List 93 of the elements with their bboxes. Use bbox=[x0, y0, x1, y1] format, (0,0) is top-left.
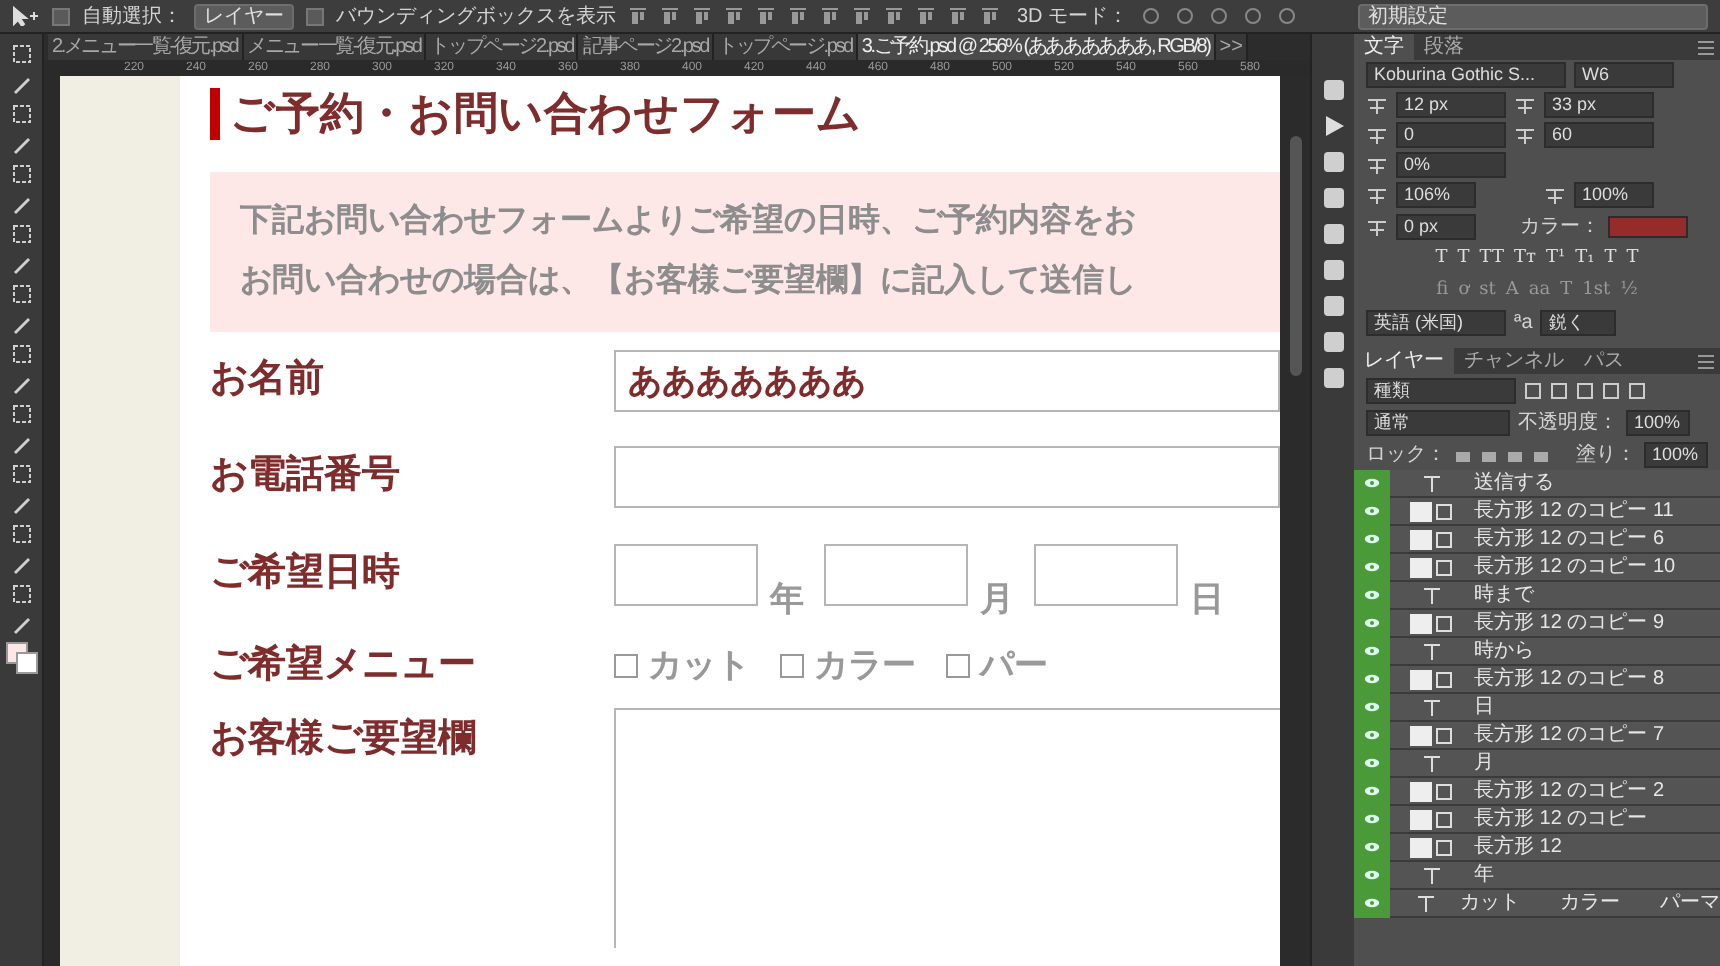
tracking-field[interactable]: 60 bbox=[1544, 122, 1654, 148]
blend-mode-select[interactable]: 通常 bbox=[1366, 409, 1510, 435]
3d-mode-label: 3D モード： bbox=[1017, 3, 1129, 31]
layer-name: 月 bbox=[1474, 750, 1494, 776]
unit-label: 月 bbox=[980, 577, 1014, 621]
text-style-button[interactable]: Tт bbox=[1513, 246, 1536, 273]
panel-tab[interactable]: レイヤー bbox=[1354, 348, 1454, 374]
layer-name: 年 bbox=[1474, 862, 1494, 888]
lock-label: ロック： bbox=[1366, 441, 1446, 469]
font-family-select[interactable]: Koburina Gothic S... bbox=[1366, 62, 1566, 88]
text-style-button[interactable]: T bbox=[1457, 246, 1470, 273]
layer-name: 送信する bbox=[1474, 470, 1554, 496]
document-tab[interactable]: メニュー一覧-復元.psd bbox=[243, 34, 427, 60]
font-size-field[interactable]: 12 px bbox=[1396, 92, 1506, 118]
layer-row[interactable]: 時から bbox=[1354, 638, 1720, 666]
text-style-button[interactable]: T¹ bbox=[1545, 246, 1566, 273]
vertical-scale-field[interactable]: 106% bbox=[1396, 182, 1476, 208]
layer-row[interactable]: 長方形 12 のコピー 11 bbox=[1354, 498, 1720, 526]
opacity-label: 不透明度： bbox=[1518, 409, 1618, 437]
layer-row[interactable]: 長方形 12 のコピー 8 bbox=[1354, 666, 1720, 694]
color-label: カラー： bbox=[1520, 214, 1600, 242]
checkbox-label: パー bbox=[980, 644, 1048, 689]
layer-row[interactable]: 長方形 12 のコピー 7 bbox=[1354, 722, 1720, 750]
form-label: お名前 bbox=[210, 355, 326, 404]
layer-select[interactable]: レイヤー bbox=[194, 3, 294, 29]
layer-name: 日 bbox=[1474, 694, 1494, 720]
layer-row[interactable]: 月 bbox=[1354, 750, 1720, 778]
text-style-button[interactable]: T bbox=[1626, 246, 1639, 273]
tsume-field[interactable]: 0% bbox=[1396, 152, 1506, 178]
fill-field[interactable]: 100% bbox=[1644, 441, 1708, 467]
document-tab[interactable]: 2.メニュー一覧-復元.psd bbox=[48, 34, 244, 60]
layer-row[interactable]: カット カラー パーマ bbox=[1354, 890, 1720, 918]
notice-text: 下記お問い合わせフォームよりご希望の日時、ご予約内容をお bbox=[240, 204, 1136, 238]
form-label: お客様ご要望欄 bbox=[210, 715, 478, 764]
panel-tab[interactable]: 文字 bbox=[1354, 34, 1414, 60]
layer-name: 長方形 12 のコピー 11 bbox=[1474, 498, 1674, 524]
document-tab[interactable]: 3.ご予約.psd @ 256% (あああああああ, RGB/8) bbox=[857, 34, 1216, 60]
layer-name: 長方形 12 のコピー 10 bbox=[1474, 554, 1676, 580]
text-style-button[interactable]: T bbox=[1604, 246, 1617, 273]
layer-name: 長方形 12 のコピー bbox=[1474, 806, 1648, 832]
form-label: ご希望メニュー bbox=[210, 641, 478, 690]
form-label: お電話番号 bbox=[210, 451, 402, 500]
antialias-label: ªa bbox=[1514, 310, 1533, 338]
layer-name: 長方形 12 bbox=[1474, 834, 1562, 860]
layer-row[interactable]: 長方形 12 のコピー 10 bbox=[1354, 554, 1720, 582]
font-style-select[interactable]: W6 bbox=[1574, 62, 1674, 88]
form-label: ご希望日時 bbox=[210, 549, 402, 598]
unit-label: 年 bbox=[770, 577, 804, 621]
fill-label: 塗り： bbox=[1576, 441, 1636, 469]
layer-row[interactable]: 長方形 12 のコピー 9 bbox=[1354, 610, 1720, 638]
document-tab[interactable]: トップページ2.psd bbox=[426, 34, 579, 60]
horizontal-scale-field[interactable]: 100% bbox=[1574, 182, 1654, 208]
preset-select[interactable]: 初期設定 bbox=[1358, 3, 1708, 29]
tab-overflow-button[interactable]: >> bbox=[1215, 34, 1249, 60]
layer-row[interactable]: 長方形 12 のコピー 2 bbox=[1354, 778, 1720, 806]
panel-tab[interactable]: パス bbox=[1574, 348, 1634, 374]
layer-row[interactable]: 長方形 12 のコピー 6 bbox=[1354, 526, 1720, 554]
layer-row[interactable]: 時まで bbox=[1354, 582, 1720, 610]
layer-name: 長方形 12 のコピー 9 bbox=[1474, 610, 1665, 636]
form-heading: ご予約・お問い合わせフォーム bbox=[230, 88, 862, 140]
layer-name: 時から bbox=[1474, 638, 1534, 664]
layer-row[interactable]: 長方形 12 bbox=[1354, 834, 1720, 862]
opacity-field[interactable]: 100% bbox=[1626, 409, 1690, 435]
text-style-button[interactable]: T bbox=[1435, 246, 1448, 273]
layer-filter-select[interactable]: 種類 bbox=[1366, 377, 1516, 403]
auto-select-label: 自動選択： bbox=[82, 3, 182, 31]
kerning-field[interactable]: 0 bbox=[1396, 122, 1506, 148]
layer-name: 長方形 12 のコピー 2 bbox=[1474, 778, 1665, 804]
layer-row[interactable]: 日 bbox=[1354, 694, 1720, 722]
checkbox-label: カラー bbox=[814, 644, 916, 689]
baseline-shift-field[interactable]: 0 px bbox=[1396, 214, 1476, 240]
input-field[interactable]: あああああああ bbox=[614, 349, 1280, 411]
notice-text: お問い合わせの場合は、【お客様ご要望欄】に記入して送信し bbox=[240, 264, 1136, 298]
antialias-select[interactable]: 鋭く bbox=[1540, 310, 1617, 336]
layer-name: 長方形 12 のコピー 8 bbox=[1474, 666, 1665, 692]
layer-name: 長方形 12 のコピー 6 bbox=[1474, 526, 1665, 552]
language-select[interactable]: 英語 (米国) bbox=[1366, 310, 1506, 336]
unit-label: 日 bbox=[1190, 577, 1224, 621]
layer-name: 時まで bbox=[1474, 582, 1534, 608]
text-style-button[interactable]: T₁ bbox=[1575, 246, 1595, 273]
checkbox-label: カット bbox=[648, 644, 750, 689]
document-tab[interactable]: トップページ.psd bbox=[713, 34, 858, 60]
panel-tab[interactable]: 段落 bbox=[1414, 34, 1474, 60]
layer-row[interactable]: 年 bbox=[1354, 862, 1720, 890]
layer-row[interactable]: 長方形 12 のコピー bbox=[1354, 806, 1720, 834]
layer-name: 長方形 12 のコピー 7 bbox=[1474, 722, 1665, 748]
text-style-button[interactable]: TT bbox=[1479, 246, 1504, 273]
layer-row[interactable]: 送信する bbox=[1354, 470, 1720, 498]
document-tab[interactable]: 記事ページ2.psd bbox=[578, 34, 714, 60]
layer-name: カット カラー パーマ bbox=[1460, 890, 1720, 916]
panel-tab[interactable]: チャンネル bbox=[1454, 348, 1574, 374]
leading-field[interactable]: 33 px bbox=[1544, 92, 1654, 118]
bounding-box-label: バウンディングボックスを表示 bbox=[336, 3, 616, 31]
